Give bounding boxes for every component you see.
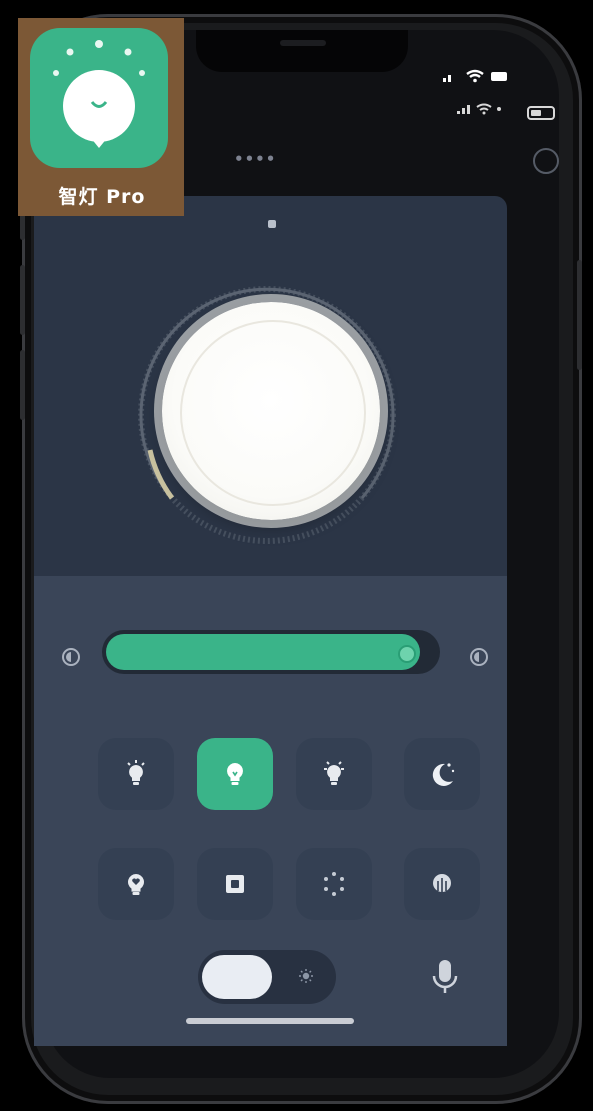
wifi-icon (456, 103, 501, 115)
bulb-heart-icon (128, 874, 144, 895)
mode-reading-button[interactable] (98, 738, 174, 810)
dots-ring-icon (324, 872, 344, 896)
status-bar-top (441, 68, 511, 88)
sun-icon (299, 969, 313, 983)
toggle-knob (202, 955, 272, 999)
fingerprint-icon (433, 874, 451, 892)
square-frame-icon (226, 875, 244, 893)
page-dot (268, 220, 276, 228)
nav-title: •••• (234, 150, 277, 168)
power-knob-inner-ring (180, 320, 366, 506)
mode-fingerprint-button[interactable] (404, 848, 480, 920)
brightness-slider-fill (106, 634, 420, 670)
speaker-grille (280, 40, 326, 46)
volume-down-button (20, 350, 25, 420)
moon-stars-icon (432, 763, 455, 786)
bulb-rays-icon (127, 760, 145, 785)
app-icon[interactable] (30, 28, 168, 168)
mic-icon[interactable] (424, 952, 466, 1000)
brightness-low-icon (62, 648, 80, 666)
mode-heart-button[interactable] (98, 848, 174, 920)
bulb-spark-icon (324, 761, 344, 785)
home-indicator[interactable] (186, 1018, 354, 1024)
lightbulb-logo-icon (53, 40, 145, 148)
bulb-icon (227, 763, 243, 785)
mode-dots-button[interactable] (296, 848, 372, 920)
volume-up-button (20, 265, 25, 335)
notch (196, 30, 408, 72)
power-side-button (577, 260, 582, 370)
brightness-slider-thumb[interactable] (398, 645, 416, 663)
app-name-label: 智灯 Pro (58, 186, 146, 208)
more-circle-icon[interactable] (533, 148, 559, 174)
battery-icon (527, 105, 555, 120)
status-bar-app (456, 102, 555, 120)
mode-bulb-button[interactable] (197, 738, 273, 810)
mode-bright-button[interactable] (296, 738, 372, 810)
mode-scene-button[interactable] (197, 848, 273, 920)
signal-icon (443, 69, 507, 83)
brightness-high-icon (470, 648, 488, 666)
mode-night-button[interactable] (404, 738, 480, 810)
